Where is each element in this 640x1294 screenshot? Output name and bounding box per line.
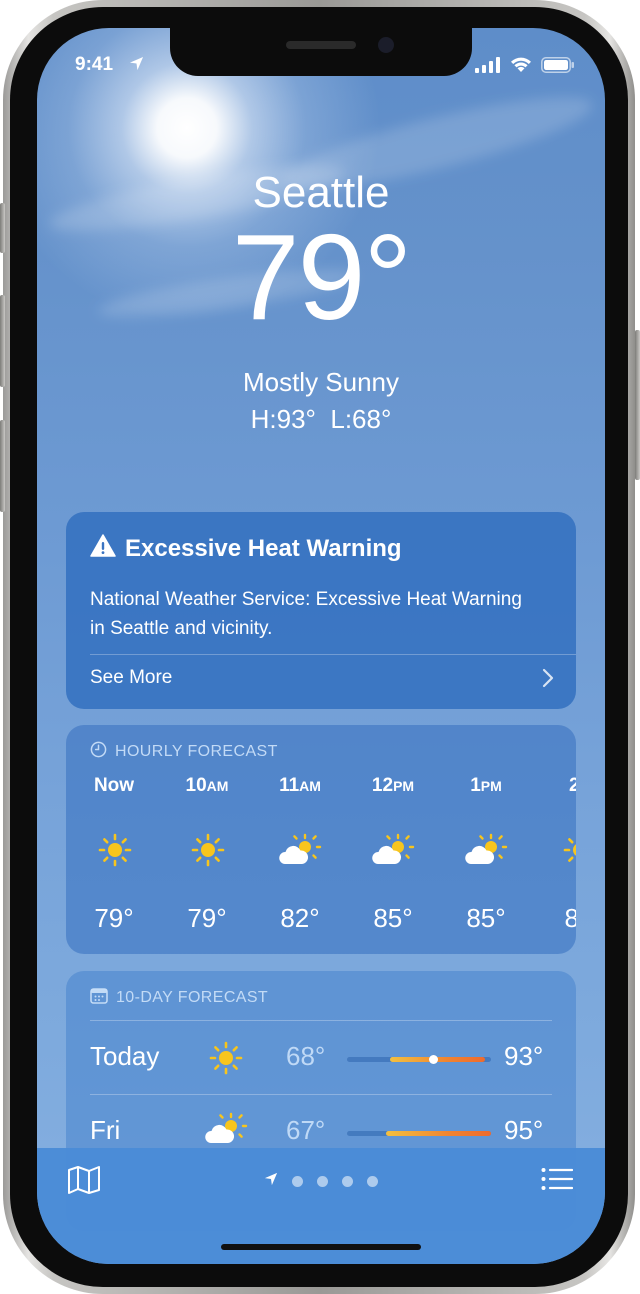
- alert-title-row: Excessive Heat Warning: [90, 534, 402, 564]
- hour-time: 1: [470, 775, 481, 796]
- sun-icon: [563, 833, 576, 872]
- hour-temperature: 82°: [280, 903, 320, 933]
- sun-icon: [191, 833, 225, 872]
- high-low-temperature: H:93° L:68°: [250, 404, 392, 434]
- battery-icon: [541, 56, 575, 78]
- list-icon[interactable]: [541, 1167, 574, 1196]
- hour-time: 11: [279, 775, 300, 796]
- hour-period: AM: [206, 778, 229, 794]
- partly-cloudy-icon: [204, 1112, 248, 1151]
- hourly-forecast-item: 2P 88: [539, 725, 576, 954]
- hour-temperature: 79°: [94, 903, 134, 933]
- status-time: 9:41: [75, 54, 114, 75]
- hour-temperature: 79°: [187, 903, 227, 933]
- location-page-arrow-icon[interactable]: [264, 1172, 278, 1191]
- page-indicator[interactable]: [264, 1172, 378, 1191]
- current-temp-marker: [429, 1055, 438, 1064]
- cellular-signal-icon: [475, 56, 501, 78]
- wifi-icon: [509, 56, 533, 78]
- hourly-forecast-item: 11AM 82°: [260, 725, 340, 954]
- see-more-link[interactable]: See More: [90, 667, 172, 689]
- hourly-forecast-item: 10AM 79°: [167, 725, 247, 954]
- hour-period: AM: [299, 778, 321, 794]
- partly-cloudy-icon: [464, 833, 508, 872]
- volume-down-button: [0, 420, 5, 512]
- alert-title: Excessive Heat Warning: [125, 535, 402, 562]
- hour-time: 12: [371, 775, 394, 796]
- hourly-forecast-item: Now 79°: [74, 725, 154, 954]
- weather-screen: 9:41 Seattle 79° Mostly Sunny H:93° L:68…: [37, 28, 605, 1264]
- hour-label: 10AM: [167, 775, 247, 797]
- hour-time: Now: [93, 775, 135, 796]
- hour-time: 2: [569, 775, 576, 796]
- day-high-temp: 95°: [504, 1115, 544, 1145]
- ten-day-forecast-title: 10-DAY FORECAST: [116, 989, 269, 1006]
- hourly-forecast-item: 12PM 85°: [353, 725, 433, 954]
- page-dot[interactable]: [317, 1176, 328, 1187]
- temperature-range-bar: [347, 1131, 491, 1136]
- temperature-range-bar: [347, 1055, 491, 1064]
- volume-up-button: [0, 295, 5, 387]
- warning-triangle-icon: [90, 534, 116, 564]
- map-icon[interactable]: [67, 1165, 101, 1200]
- day-name: Today: [90, 1041, 160, 1071]
- day-name: Fri: [90, 1115, 121, 1145]
- bottom-toolbar: [37, 1148, 605, 1264]
- hour-label: 1PM: [446, 775, 526, 797]
- page-dot[interactable]: [342, 1176, 353, 1187]
- hour-label: 11AM: [260, 775, 340, 797]
- current-temperature: 79°: [231, 209, 413, 345]
- hour-label: 2P: [539, 775, 576, 797]
- hour-period: PM: [480, 778, 502, 794]
- alert-divider: [90, 654, 576, 655]
- power-button: [635, 330, 640, 480]
- day-high-temp: 93°: [504, 1041, 544, 1071]
- ten-day-divider: [90, 1094, 552, 1095]
- hour-label: Now: [74, 775, 154, 797]
- partly-cloudy-icon: [371, 833, 415, 872]
- partly-cloudy-icon: [278, 833, 322, 872]
- hourly-forecast-card[interactable]: HOURLY FORECAST Now 79° 10AM 79° 11AM 82° 12PM…: [66, 725, 576, 954]
- hour-period: PM: [393, 778, 415, 794]
- hour-temperature: 85°: [373, 903, 413, 933]
- hour-temperature: 88: [564, 903, 576, 933]
- home-indicator[interactable]: [221, 1244, 421, 1250]
- earpiece-speaker: [286, 41, 356, 49]
- location-arrow-icon: [129, 56, 144, 76]
- condition-text: Mostly Sunny: [242, 367, 400, 397]
- chevron-right-icon[interactable]: [542, 668, 554, 693]
- alert-description: National Weather Service: Excessive Heat…: [90, 589, 522, 639]
- temperature-range-fill: [386, 1131, 491, 1136]
- page-dot[interactable]: [292, 1176, 303, 1187]
- status-indicators: [475, 56, 575, 78]
- hour-temperature: 85°: [466, 903, 506, 933]
- sun-icon: [209, 1041, 243, 1080]
- ten-day-divider: [90, 1020, 552, 1021]
- calendar-icon: [90, 987, 108, 1009]
- silent-switch: [0, 203, 5, 253]
- day-low-temp: 68°: [286, 1041, 326, 1071]
- page-dot[interactable]: [367, 1176, 378, 1187]
- sun-icon: [98, 833, 132, 872]
- front-camera: [378, 37, 394, 53]
- hour-time: 10: [185, 775, 207, 796]
- severe-weather-alert-card[interactable]: Excessive Heat Warning National Weather …: [66, 512, 576, 709]
- hourly-forecast-item: 1PM 85°: [446, 725, 526, 954]
- day-low-temp: 67°: [286, 1115, 326, 1145]
- ten-day-forecast-header: 10-DAY FORECAST: [90, 987, 268, 1009]
- hour-label: 12PM: [353, 775, 433, 797]
- notch: [170, 28, 472, 76]
